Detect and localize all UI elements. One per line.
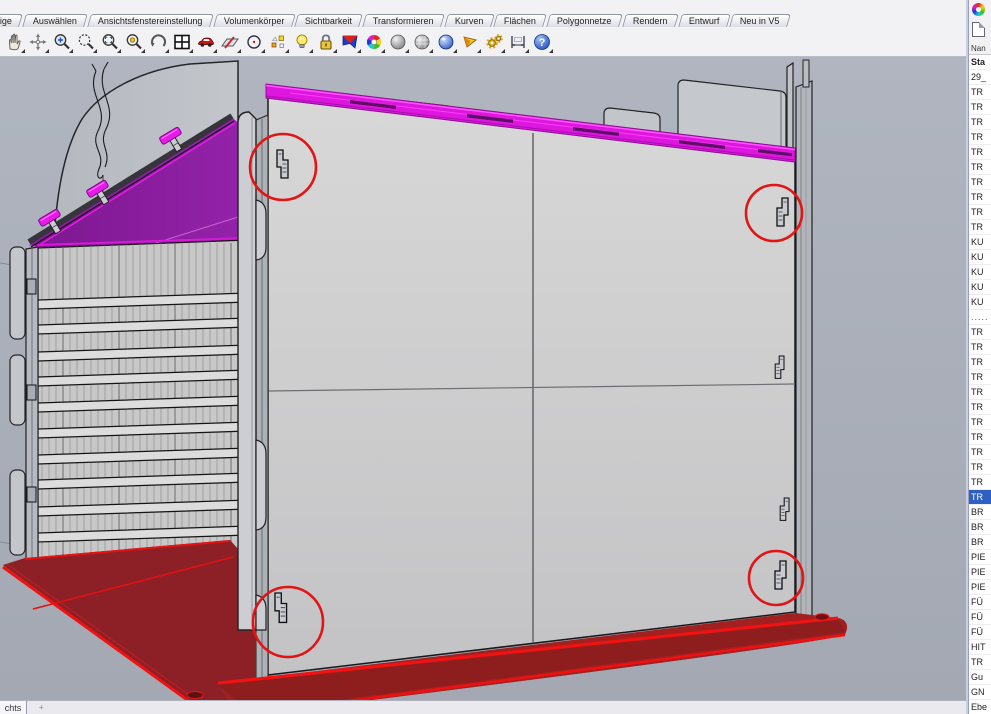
layer-row[interactable]: TR	[969, 370, 991, 385]
layer-row[interactable]: TR	[969, 100, 991, 115]
layer-row[interactable]: TR	[969, 445, 991, 460]
circle-center-icon[interactable]	[242, 29, 266, 55]
lock-icon[interactable]	[314, 29, 338, 55]
layer-row[interactable]: TR	[969, 415, 991, 430]
rhino-banner-icon[interactable]	[338, 29, 362, 55]
tab-entwurf[interactable]: Entwurf	[678, 14, 730, 27]
layer-row[interactable]: KU	[969, 250, 991, 265]
layer-row[interactable]: KU	[969, 280, 991, 295]
point-objects-icon[interactable]	[266, 29, 290, 55]
layer-row[interactable]: TR	[969, 385, 991, 400]
layer-row[interactable]: PIE	[969, 565, 991, 580]
new-document-icon[interactable]	[972, 22, 985, 37]
color-wheel-icon[interactable]	[972, 3, 985, 16]
tab-volumenkörper[interactable]: Volumenkörper	[213, 14, 295, 27]
tab-rendern[interactable]: Rendern	[622, 14, 678, 27]
right-wall-edge	[796, 60, 812, 640]
layer-row[interactable]: TR	[969, 340, 991, 355]
layer-row[interactable]: KU	[969, 295, 991, 310]
layer-row[interactable]: TR	[969, 400, 991, 415]
layer-row[interactable]: TR	[969, 85, 991, 100]
dock-icon: +	[39, 703, 44, 712]
undo-view-icon[interactable]	[146, 29, 170, 55]
layer-row[interactable]: TR	[969, 145, 991, 160]
layer-row[interactable]: TR	[969, 190, 991, 205]
layer-row[interactable]: 29_	[969, 70, 991, 85]
tab-neu-in-v5[interactable]: Neu in V5	[729, 14, 790, 27]
zoom-selected-icon[interactable]	[122, 29, 146, 55]
zoom-dynamic-icon[interactable]	[74, 29, 98, 55]
layer-row[interactable]: KU	[969, 235, 991, 250]
layer-row[interactable]: TR	[969, 175, 991, 190]
layer-row[interactable]: TR	[969, 430, 991, 445]
tab-transformieren[interactable]: Transformieren	[362, 14, 444, 27]
3d-viewport[interactable]	[0, 57, 966, 700]
layer-row[interactable]: KU	[969, 265, 991, 280]
viewport-layout-icon[interactable]	[170, 29, 194, 55]
layer-row[interactable]: TR	[969, 355, 991, 370]
layer-row[interactable]: Ebe	[969, 700, 991, 714]
toolbar-tabs: eigeAuswählenAnsichtsfenstereinstellungV…	[0, 14, 792, 27]
layer-row[interactable]: TR	[969, 460, 991, 475]
front-wall	[268, 88, 795, 675]
layer-row[interactable]: BR	[969, 520, 991, 535]
layer-row[interactable]: TR	[969, 325, 991, 340]
layers-list: Sta29_TRTRTRTRTRTRTRTRTRTRKUKUKUKUKU....…	[969, 55, 991, 714]
tab-auswählen[interactable]: Auswählen	[22, 14, 88, 27]
color-wheel-icon[interactable]	[362, 29, 386, 55]
options-gears-icon[interactable]	[482, 29, 506, 55]
pan-hand-icon[interactable]	[2, 29, 26, 55]
layer-row[interactable]: TR	[969, 205, 991, 220]
main-toolbar: ?	[0, 28, 554, 56]
layer-row[interactable]: BR	[969, 505, 991, 520]
layer-row[interactable]: .....	[969, 310, 991, 325]
named-views-car-icon[interactable]	[194, 29, 218, 55]
layers-panel[interactable]: Nan Sta29_TRTRTRTRTRTRTRTRTRTRKUKUKUKUKU…	[968, 0, 991, 714]
rendered-view-sphere-icon[interactable]	[434, 29, 458, 55]
left-edge-tabs	[10, 247, 38, 564]
zoom-in-icon[interactable]	[50, 29, 74, 55]
layer-row[interactable]: FÜ	[969, 625, 991, 640]
tab-kurven[interactable]: Kurven	[444, 14, 494, 27]
layer-row[interactable]: TR	[969, 115, 991, 130]
layer-row[interactable]: TR	[969, 130, 991, 145]
raytrace-cone-icon[interactable]	[458, 29, 482, 55]
tab-eige[interactable]: eige	[0, 14, 23, 27]
layer-row[interactable]: Sta	[969, 55, 991, 70]
layer-row[interactable]: FÜ	[969, 610, 991, 625]
tab-polygonnetze[interactable]: Polygonnetze	[547, 14, 623, 27]
zoom-window-icon[interactable]	[98, 29, 122, 55]
layers-column-header: Nan	[969, 43, 991, 55]
layer-row[interactable]: PIE	[969, 580, 991, 595]
visibility-lamp-icon[interactable]	[290, 29, 314, 55]
layer-row[interactable]: BR	[969, 535, 991, 550]
svg-text:?: ?	[539, 37, 546, 49]
tab-sichtbarkeit[interactable]: Sichtbarkeit	[294, 14, 363, 27]
top-chrome: eigeAuswählenAnsichtsfenstereinstellungV…	[0, 0, 991, 57]
layer-row[interactable]: TR	[969, 475, 991, 490]
layer-row[interactable]: GN	[969, 685, 991, 700]
dimension-icon[interactable]	[506, 29, 530, 55]
layer-row[interactable]: TR	[969, 490, 991, 505]
tab-ansichtsfenstereinstellung[interactable]: Ansichtsfenstereinstellung	[87, 14, 213, 27]
layer-row[interactable]: FÜ	[969, 595, 991, 610]
status-bar: chts +	[0, 700, 966, 714]
shaded-view-sphere-icon[interactable]	[386, 29, 410, 55]
help-icon[interactable]: ?	[530, 29, 554, 55]
layer-row[interactable]: TR	[969, 655, 991, 670]
set-cplane-icon[interactable]	[218, 29, 242, 55]
ghosted-view-sphere-icon[interactable]	[410, 29, 434, 55]
viewport-tab[interactable]: chts	[0, 701, 27, 714]
layer-row[interactable]: TR	[969, 220, 991, 235]
layer-row[interactable]: HIT	[969, 640, 991, 655]
tab-flächen[interactable]: Flächen	[494, 14, 548, 27]
slat-stack	[38, 238, 248, 563]
layer-row[interactable]: Gu	[969, 670, 991, 685]
layer-row[interactable]: TR	[969, 160, 991, 175]
orbit-icon[interactable]	[26, 29, 50, 55]
layer-row[interactable]: PIE	[969, 550, 991, 565]
